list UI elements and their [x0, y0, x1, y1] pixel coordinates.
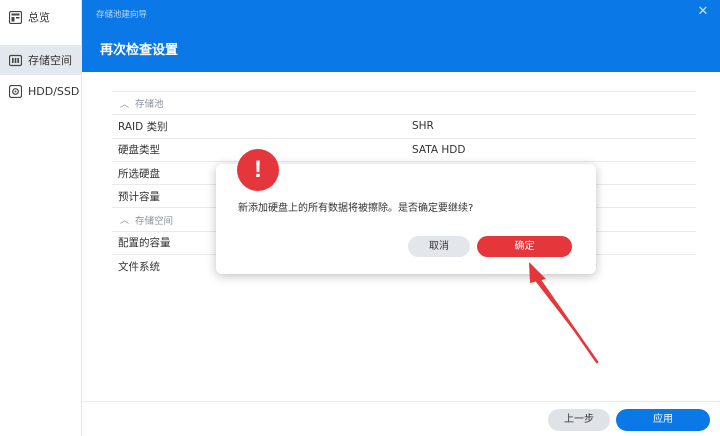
sidebar: 总览 存储空间 HDD/SSD — [0, 0, 82, 436]
disk-icon — [8, 84, 22, 98]
row-key: 文件系统 — [118, 260, 160, 273]
row-key: RAID 类别 — [118, 120, 168, 133]
wizard-caption: 存储池建向导 — [96, 10, 148, 20]
section-label: 存储池 — [135, 99, 164, 111]
row-key: 配置的容量 — [118, 237, 171, 250]
chevron-up-icon: ︿ — [120, 99, 130, 110]
table-row: RAID 类别 SHR — [112, 114, 696, 137]
chevron-up-icon: ︿ — [120, 216, 130, 227]
alert-glyph: ! — [254, 156, 262, 183]
apply-button[interactable]: 应用 — [616, 409, 710, 431]
footer-divider — [82, 401, 720, 402]
sidebar-item-label: 总览 — [28, 11, 50, 24]
page-title: 再次检查设置 — [100, 43, 179, 58]
section-header-storage-pool[interactable]: ︿ 存储池 — [112, 91, 696, 114]
wizard-header: 存储池建向导 ✕ 再次检查设置 — [82, 0, 720, 72]
sidebar-item-storage[interactable]: 存储空间 — [0, 45, 81, 75]
sidebar-item-label: HDD/SSD — [28, 84, 80, 98]
row-key: 硬盘类型 — [118, 144, 160, 157]
sidebar-item-label: 存储空间 — [28, 54, 72, 67]
sidebar-item-hdd-ssd[interactable]: HDD/SSD — [0, 76, 81, 106]
overview-icon — [8, 10, 22, 24]
cancel-button[interactable]: 取消 — [408, 236, 470, 257]
alert-icon: ! — [237, 149, 279, 191]
row-key: 所选硬盘 — [118, 167, 160, 180]
sidebar-item-overview[interactable]: 总览 — [0, 2, 81, 32]
row-value: SATA HDD — [412, 143, 466, 156]
confirm-button[interactable]: 确定 — [477, 236, 572, 257]
dialog-message: 新添加硬盘上的所有数据将被擦除。是否确定要继续? — [238, 203, 474, 214]
row-key: 预计容量 — [118, 190, 160, 203]
close-icon[interactable]: ✕ — [696, 5, 710, 19]
back-button[interactable]: 上一步 — [548, 409, 610, 431]
row-value: SHR — [412, 120, 434, 133]
section-label: 存储空间 — [135, 215, 174, 227]
table-row: 硬盘类型 SATA HDD — [112, 137, 696, 161]
storage-icon — [8, 53, 22, 67]
